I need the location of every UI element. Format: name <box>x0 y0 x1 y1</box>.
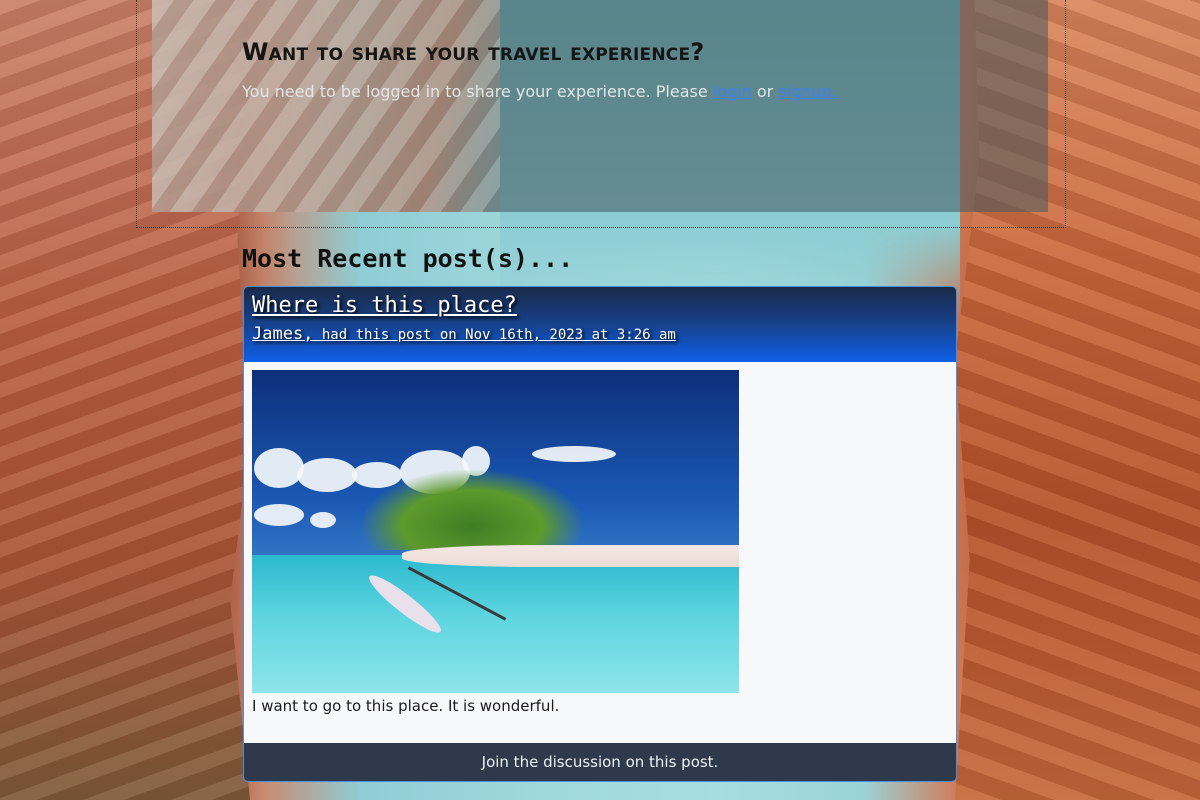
post-header: Where is this place? James, had this pos… <box>244 287 956 362</box>
cloud <box>532 446 616 462</box>
image-beach <box>402 545 739 567</box>
share-prompt-text: You need to be logged in to share your e… <box>242 82 713 101</box>
post-image-tropical-island <box>252 370 739 693</box>
login-link[interactable]: login <box>713 82 752 101</box>
cloud <box>310 512 336 528</box>
post-date: had this post on Nov 16th, 2023 at 3:26 … <box>313 327 676 343</box>
or-text: or <box>751 82 779 101</box>
post-body: I want to go to this place. It is wonder… <box>244 362 956 744</box>
share-experience-panel: Want to share your travel experience? Yo… <box>152 0 1048 212</box>
panel-background-texture <box>152 0 500 212</box>
share-title: Want to share your travel experience? <box>242 38 705 66</box>
post-author: James, <box>252 324 314 344</box>
cloud <box>254 448 304 488</box>
post-title-link[interactable]: Where is this place? <box>252 293 948 318</box>
cloud <box>254 504 304 526</box>
join-discussion-link[interactable]: Join the discussion on this post. <box>244 743 956 781</box>
post-meta[interactable]: James, had this post on Nov 16th, 2023 a… <box>252 324 948 344</box>
post-caption: I want to go to this place. It is wonder… <box>252 697 560 715</box>
image-island-trees <box>362 470 582 550</box>
cloud <box>297 458 357 492</box>
image-water <box>252 555 739 693</box>
share-login-prompt: You need to be logged in to share your e… <box>242 82 837 101</box>
recent-posts-heading: Most Recent post(s)... <box>242 244 574 273</box>
signup-link[interactable]: signup. <box>778 82 836 101</box>
post-card: Where is this place? James, had this pos… <box>243 286 957 782</box>
